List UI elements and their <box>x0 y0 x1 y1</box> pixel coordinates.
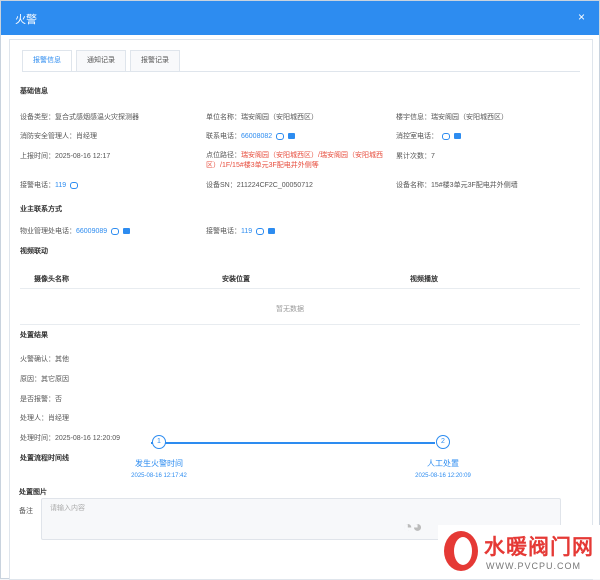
video-table-header: 摄像头名称 安装位置 视频播放 <box>20 268 580 289</box>
fire-control-phone-label: 消控室电话： <box>396 133 438 140</box>
police-phone-label: 接警电话： <box>20 182 55 189</box>
message-icon[interactable] <box>288 133 296 140</box>
phone-icon[interactable] <box>70 181 79 189</box>
reported-to-police: 是否报警：否 <box>20 396 62 403</box>
column-camera-name: 摄像头名称 <box>34 276 69 283</box>
message-icon[interactable] <box>454 133 461 140</box>
tab-divider <box>22 71 580 72</box>
video-table-empty: 暂无数据 <box>276 306 304 313</box>
handler: 处理人：肖经理 <box>20 415 69 422</box>
timeline-step-1-name: 发生火警时间 <box>135 459 183 468</box>
owner-police-phone[interactable]: 119 <box>241 228 252 235</box>
timeline-step-2: 2 <box>436 435 450 449</box>
unit-name: 单位名称：瑞安阁园（安阳城西区） <box>206 114 318 121</box>
tab-alarm-records[interactable]: 报警记录 <box>130 50 180 71</box>
remark-label: 备注 <box>19 508 33 515</box>
property-phone-row: 物业管理处电话：66009089 <box>20 226 131 236</box>
report-time: 上报时间：2025-08-16 12:17 <box>20 153 111 160</box>
location-path: 点位路径：瑞安阁园（安阳城西区）/瑞安阁园（安阳城西区）/1F/15#楼3单元3… <box>206 151 384 171</box>
police-phone-row: 接警电话：119 <box>20 180 79 190</box>
safety-manager: 消防安全管理人：肖经理 <box>20 133 97 140</box>
location-path-label: 点位路径： <box>206 152 241 159</box>
phone-icon[interactable] <box>111 227 120 235</box>
handling-time: 处理时间：2025-08-16 12:20:09 <box>20 435 120 442</box>
dialog-header: 火警 × <box>1 1 599 35</box>
section-video-linkage: 视频联动 <box>20 248 48 255</box>
wechat-watermark-icon: ◔◕ <box>403 519 423 536</box>
fire-confirmation: 火警确认：其他 <box>20 356 69 363</box>
alarm-dialog: 火警 × 报警信息 通知记录 报警记录 基础信息 设备类型：复合式感烟感温火灾探… <box>0 0 600 580</box>
phone-icon[interactable] <box>276 132 285 140</box>
property-phone[interactable]: 66009089 <box>76 228 107 235</box>
timeline-step-2-name: 人工处置 <box>427 459 459 468</box>
tab-bar: 报警信息 通知记录 报警记录 <box>22 50 184 72</box>
phone-icon[interactable] <box>256 227 265 235</box>
device-type: 设备类型：复合式感烟感温火灾探测器 <box>20 114 139 121</box>
column-install-location: 安装位置 <box>222 276 250 283</box>
section-basic-info: 基础信息 <box>20 88 48 95</box>
site-watermark-logo: 水暖阀门网 WWW.PVCPU.COM <box>438 525 600 579</box>
logo-url-text: WWW.PVCPU.COM <box>486 561 581 571</box>
dialog-title: 火警 <box>15 14 37 26</box>
contact-phone-label: 联系电话： <box>206 133 241 140</box>
tab-notification-records[interactable]: 通知记录 <box>76 50 126 71</box>
section-handling-images: 处置图片 <box>19 489 47 496</box>
section-handling-result: 处置结果 <box>20 332 48 339</box>
message-icon[interactable] <box>268 228 276 235</box>
owner-police-phone-label: 接警电话： <box>206 228 241 235</box>
close-icon[interactable]: × <box>578 10 585 24</box>
contact-phone[interactable]: 66008082 <box>241 133 272 140</box>
property-phone-label: 物业管理处电话： <box>20 228 76 235</box>
message-icon[interactable] <box>123 228 131 235</box>
column-video-playback: 视频播放 <box>410 276 438 283</box>
logo-brand-text: 水暖阀门网 <box>484 536 594 559</box>
timeline-step-1-time: 2025-08-16 12:17:42 <box>131 473 187 479</box>
video-table-divider <box>20 324 580 325</box>
timeline-step-2-time: 2025-08-16 12:20:09 <box>415 473 471 479</box>
section-timeline: 处置流程时间线 <box>20 455 69 462</box>
contact-phone-row: 联系电话：66008082 <box>206 131 296 141</box>
timeline-line <box>151 442 435 444</box>
tab-alarm-info[interactable]: 报警信息 <box>22 50 72 72</box>
fire-control-phone-row: 消控室电话： <box>396 131 461 141</box>
device-name: 设备名称：15#楼3单元3F配电井外侧墙 <box>396 182 518 189</box>
timeline-step-1: 1 <box>152 435 166 449</box>
section-owner-contacts: 业主联系方式 <box>20 206 62 213</box>
building-info: 楼宇信息：瑞安阁园（安阳城西区） <box>396 114 508 121</box>
alarm-count: 累计次数：7 <box>396 153 435 160</box>
phone-icon[interactable] <box>442 132 450 140</box>
owner-police-phone-row: 接警电话：119 <box>206 226 276 236</box>
logo-mark-inner <box>454 537 472 565</box>
cause: 原因：其它原因 <box>20 376 69 383</box>
device-sn: 设备SN：211224CF2C_00050712 <box>206 182 313 189</box>
police-phone[interactable]: 119 <box>55 182 66 189</box>
